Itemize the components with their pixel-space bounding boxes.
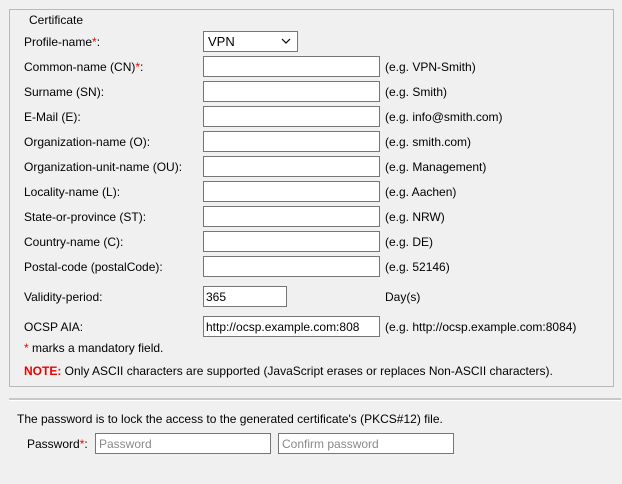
ocsp-aia-label: OCSP AIA: <box>24 320 84 334</box>
surname-input[interactable] <box>203 81 380 102</box>
state-hint: (e.g. NRW) <box>385 210 445 224</box>
password-input[interactable] <box>95 433 271 454</box>
ocsp-aia-row: OCSP AIA: (e.g. http://ocsp.example.com:… <box>24 316 614 337</box>
email-hint: (e.g. info@smith.com) <box>385 110 503 124</box>
country-label: Country-name (C): <box>24 235 124 249</box>
postal-code-label: Postal-code (postalCode): <box>24 260 163 274</box>
organization-name-input[interactable] <box>203 131 380 152</box>
locality-row: Locality-name (L): (e.g. Aachen) <box>24 181 614 202</box>
password-description: The password is to lock the access to th… <box>17 412 443 426</box>
organization-unit-hint: (e.g. Management) <box>385 160 487 174</box>
state-input[interactable] <box>203 206 380 227</box>
locality-label: Locality-name (L): <box>24 185 121 199</box>
organization-name-hint: (e.g. smith.com) <box>385 135 472 149</box>
organization-name-row: Organization-name (O): (e.g. smith.com) <box>24 131 614 152</box>
state-label: State-or-province (ST): <box>24 210 147 224</box>
email-input[interactable] <box>203 106 380 127</box>
validity-period-label: Validity-period: <box>24 290 103 304</box>
password-label: Password*: <box>27 437 88 451</box>
note-tag: NOTE: <box>24 364 62 378</box>
locality-input[interactable] <box>203 181 380 202</box>
organization-name-label: Organization-name (O): <box>24 135 151 149</box>
chevron-down-icon <box>281 38 291 44</box>
common-name-row: Common-name (CN)*: (e.g. VPN-Smith) <box>24 56 614 77</box>
ocsp-aia-hint: (e.g. http://ocsp.example.com:8084) <box>385 320 577 334</box>
postal-code-hint: (e.g. 52146) <box>385 260 450 274</box>
postal-code-row: Postal-code (postalCode): (e.g. 52146) <box>24 256 614 277</box>
common-name-input[interactable] <box>203 56 380 77</box>
section-divider <box>9 398 621 401</box>
locality-hint: (e.g. Aachen) <box>385 185 457 199</box>
profile-name-row: Profile-name*: VPN <box>24 31 614 52</box>
surname-label: Surname (SN): <box>24 85 105 99</box>
common-name-label: Common-name (CN)*: <box>24 60 144 74</box>
organization-unit-row: Organization-unit-name (OU): (e.g. Manag… <box>24 156 614 177</box>
country-hint: (e.g. DE) <box>385 235 434 249</box>
validity-period-unit: Day(s) <box>385 290 421 304</box>
certificate-legend: Certificate <box>26 13 87 27</box>
profile-name-select[interactable]: VPN <box>203 31 298 52</box>
profile-name-label: Profile-name*: <box>24 35 101 49</box>
email-row: E-Mail (E): (e.g. info@smith.com) <box>24 106 614 127</box>
certificate-form-page: Certificate Profile-name*: VPN Common-na… <box>0 0 622 484</box>
ascii-note: NOTE: Only ASCII characters are supporte… <box>24 364 553 378</box>
confirm-password-input[interactable] <box>278 433 454 454</box>
common-name-hint: (e.g. VPN-Smith) <box>385 60 476 74</box>
email-label: E-Mail (E): <box>24 110 81 124</box>
validity-period-input[interactable] <box>203 286 287 307</box>
ocsp-aia-input[interactable] <box>203 316 380 337</box>
validity-period-row: Validity-period: Day(s) <box>24 286 614 307</box>
organization-unit-label: Organization-unit-name (OU): <box>24 160 183 174</box>
country-row: Country-name (C): (e.g. DE) <box>24 231 614 252</box>
postal-code-input[interactable] <box>203 256 380 277</box>
profile-name-selected-value: VPN <box>208 34 235 49</box>
state-row: State-or-province (ST): (e.g. NRW) <box>24 206 614 227</box>
mandatory-field-note: * marks a mandatory field. <box>24 341 164 355</box>
organization-unit-input[interactable] <box>203 156 380 177</box>
surname-row: Surname (SN): (e.g. Smith) <box>24 81 614 102</box>
country-input[interactable] <box>203 231 380 252</box>
surname-hint: (e.g. Smith) <box>385 85 448 99</box>
